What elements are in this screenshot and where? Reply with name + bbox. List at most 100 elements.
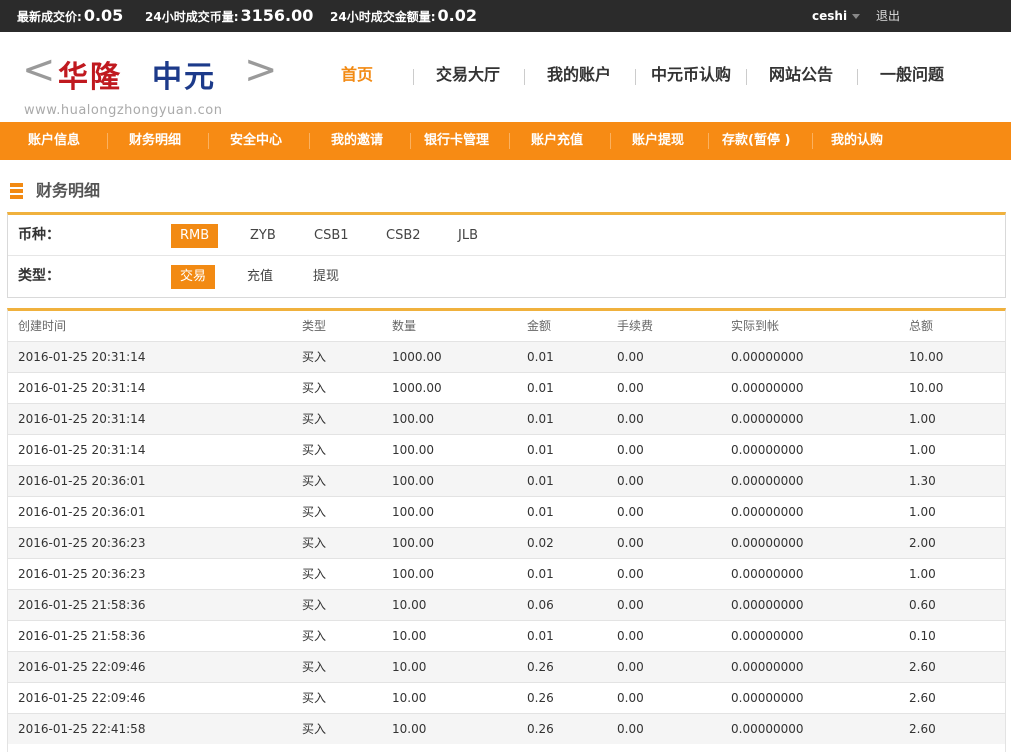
subnav-divider [610,133,611,149]
cell-actual-received: 0.00000000 [731,443,804,457]
cell-fee: 0.00 [617,722,644,736]
cell-created-time: 2016-01-25 20:36:23 [18,536,146,550]
top-stats-bar: 最新成交价: 0.05 24小时成交币量: 3156.00 24小时成交金额量: 0.… [0,0,1011,32]
cell-created-time: 2016-01-25 22:09:46 [18,691,146,705]
cell-created-time: 2016-01-25 20:31:14 [18,412,146,426]
cell-amount: 0.01 [527,567,554,581]
cell-fee: 0.00 [617,350,644,364]
logo-url: www.hualongzhongyuan.con [24,103,223,118]
subnav-item-account-info[interactable]: 账户信息 [28,122,80,160]
cell-total: 1.00 [909,443,936,457]
cell-actual-received: 0.00000000 [731,505,804,519]
cell-amount: 0.06 [527,598,554,612]
cell-type: 买入 [302,505,327,519]
table-body: 2016-01-25 20:31:14 买入 1000.00 0.01 0.00 0.00… [8,341,1005,744]
cell-quantity: 10.00 [392,722,427,736]
cell-amount: 0.26 [527,722,554,736]
cell-actual-received: 0.00000000 [731,536,804,550]
cell-total: 2.00 [909,536,936,550]
cell-type: 买入 [302,629,327,643]
currency-option-zyb[interactable]: ZYB [241,224,285,248]
cell-quantity: 1000.00 [392,381,442,395]
currency-option-csb2[interactable]: CSB2 [377,224,430,248]
table-row: 2016-01-25 20:36:23 买入 100.00 0.02 0.00 0.000… [8,527,1005,558]
nav-divider [857,69,858,85]
cell-amount: 0.01 [527,381,554,395]
column-header-amount: 金额 [527,319,552,333]
site-header: < 华隆 中元 > www.hualongzhongyuan.con 首页 交易… [0,32,1011,120]
nav-item-home[interactable]: 首页 [341,64,373,86]
cell-quantity: 100.00 [392,474,434,488]
subnav-divider [208,133,209,149]
subnav-item-security-center[interactable]: 安全中心 [230,122,282,160]
subnav-item-savings[interactable]: 存款(暂停 ) [722,122,790,160]
cell-total: 2.60 [909,691,936,705]
currency-filter-label: 币种： [18,227,60,243]
cell-amount: 0.01 [527,412,554,426]
cell-actual-received: 0.00000000 [731,381,804,395]
type-option-recharge[interactable]: 充值 [238,265,282,289]
cell-fee: 0.00 [617,381,644,395]
subnav-divider [107,133,108,149]
logo-name-part2: 中元 [152,60,216,95]
cell-type: 买入 [302,567,327,581]
nav-item-trade-hall[interactable]: 交易大厅 [436,64,500,86]
volume-24h-label: 24小时成交币量: [145,10,239,24]
type-option-withdraw[interactable]: 提现 [304,265,348,289]
nav-divider [635,69,636,85]
nav-item-my-account[interactable]: 我的账户 [547,64,611,86]
table-row: 2016-01-25 20:31:14 买入 100.00 0.01 0.00 0.000… [8,403,1005,434]
logo-name-part1: 华隆 [58,60,122,95]
nav-item-announcements[interactable]: 网站公告 [769,64,833,86]
cell-total: 2.60 [909,660,936,674]
cell-total: 1.30 [909,474,936,488]
cell-actual-received: 0.00000000 [731,567,804,581]
cell-type: 买入 [302,598,327,612]
cell-quantity: 100.00 [392,412,434,426]
cell-total: 0.10 [909,629,936,643]
cell-created-time: 2016-01-25 22:09:46 [18,660,146,674]
table-row: 2016-01-25 20:36:01 买入 100.00 0.01 0.00 0.000… [8,465,1005,496]
type-option-trade[interactable]: 交易 [171,265,216,289]
volume-24h-stat: 24小时成交币量: 3156.00 [145,0,313,32]
account-subnav: 账户信息 财务明细 安全中心 我的邀请 银行卡管理 账户充值 账户提现 存款(暂… [0,122,1011,160]
cell-fee: 0.00 [617,567,644,581]
cell-amount: 0.02 [527,536,554,550]
cell-actual-received: 0.00000000 [731,598,804,612]
subnav-item-finance-details[interactable]: 财务明细 [129,122,181,160]
subnav-item-bank-cards[interactable]: 银行卡管理 [424,122,489,160]
cell-fee: 0.00 [617,443,644,457]
nav-item-coin-subscribe[interactable]: 中元币认购 [651,64,731,86]
currency-option-rmb[interactable]: RMB [171,224,219,248]
cell-quantity: 1000.00 [392,350,442,364]
cell-created-time: 2016-01-25 20:36:01 [18,474,146,488]
cell-actual-received: 0.00000000 [731,350,804,364]
cell-fee: 0.00 [617,536,644,550]
user-menu[interactable]: ceshi [812,0,861,32]
cell-actual-received: 0.00000000 [731,412,804,426]
subnav-item-my-invites[interactable]: 我的邀请 [331,122,383,160]
table-row: 2016-01-25 20:36:23 买入 100.00 0.01 0.00 0.000… [8,558,1005,589]
site-logo[interactable]: < 华隆 中元 > www.hualongzhongyuan.con [22,47,284,118]
cell-created-time: 2016-01-25 20:31:14 [18,381,146,395]
logout-link[interactable]: 退出 [876,0,900,32]
column-header-actual-received: 实际到帐 [731,319,780,333]
logo-left-arrow: < [22,47,56,93]
amount-24h-stat: 24小时成交金额量: 0.02 [330,0,477,32]
cell-fee: 0.00 [617,691,644,705]
currency-option-jlb[interactable]: JLB [449,224,487,248]
cell-created-time: 2016-01-25 20:36:01 [18,505,146,519]
subnav-divider [309,133,310,149]
cell-total: 10.00 [909,350,944,364]
cell-fee: 0.00 [617,660,644,674]
nav-item-faq[interactable]: 一般问题 [880,64,944,86]
last-price-label: 最新成交价: [17,10,82,24]
cell-amount: 0.26 [527,660,554,674]
subnav-item-my-subscriptions[interactable]: 我的认购 [831,122,883,160]
subnav-item-withdraw[interactable]: 账户提现 [632,122,684,160]
cell-fee: 0.00 [617,598,644,612]
cell-quantity: 10.00 [392,598,427,612]
subnav-item-deposit[interactable]: 账户充值 [531,122,583,160]
currency-option-csb1[interactable]: CSB1 [305,224,358,248]
subnav-divider [410,133,411,149]
